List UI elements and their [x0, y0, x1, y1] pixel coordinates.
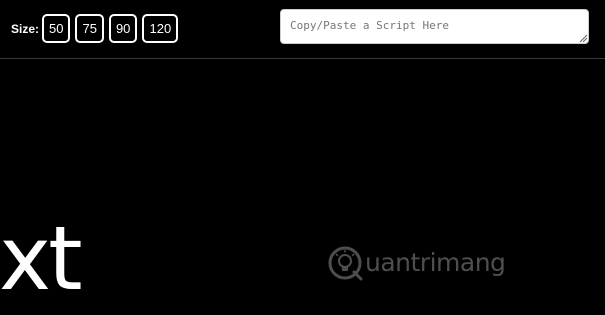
watermark-text: uantrimang [365, 248, 506, 277]
size-button-group: 50 75 90 120 [42, 14, 179, 43]
prompter-text: xt [0, 207, 83, 310]
watermark: uantrimang [326, 244, 506, 282]
prompter-canvas: xt uantrimang [0, 59, 605, 315]
toolbar: Size: 50 75 90 120 [0, 0, 605, 58]
resize-grip-icon[interactable] [579, 34, 588, 43]
size-label: Size: [11, 22, 40, 36]
size-button-50[interactable]: 50 [42, 14, 71, 43]
teleprompter-app: Size: 50 75 90 120 xt uantrima [0, 0, 605, 315]
script-input[interactable] [280, 9, 589, 44]
size-button-90[interactable]: 90 [108, 14, 138, 43]
size-button-120[interactable]: 120 [142, 14, 179, 43]
size-button-75[interactable]: 75 [75, 14, 104, 43]
lightbulb-q-logo-icon [328, 246, 363, 281]
